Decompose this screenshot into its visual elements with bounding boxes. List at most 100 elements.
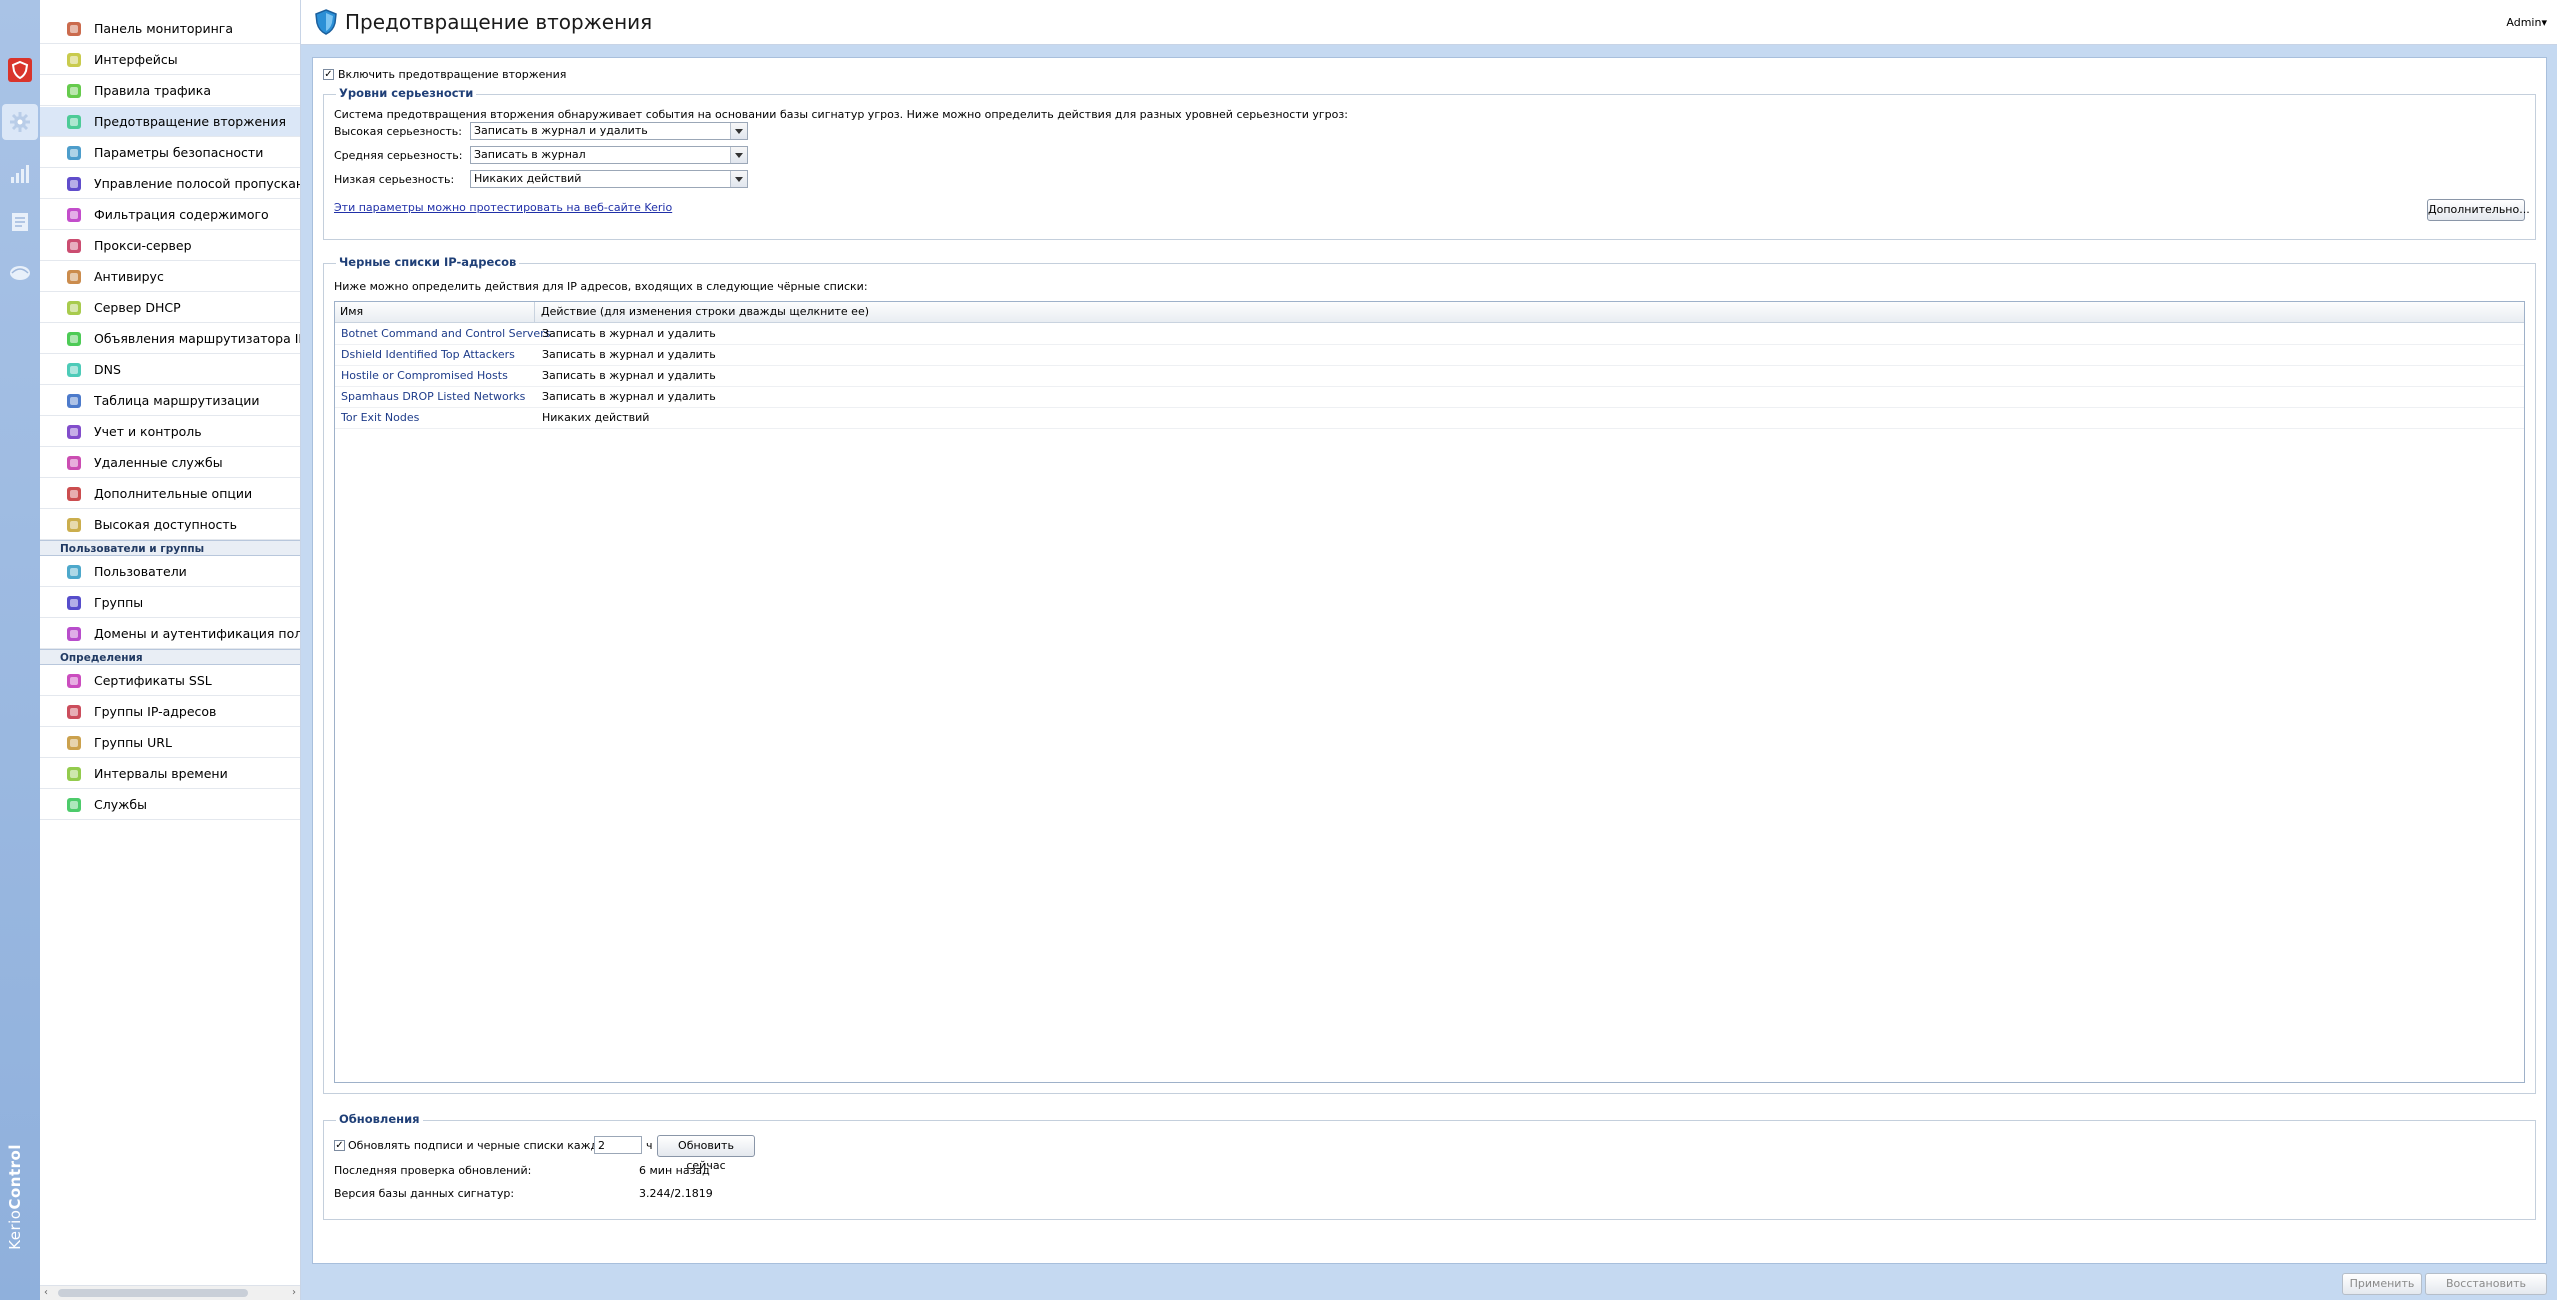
shield-app-icon[interactable] bbox=[4, 54, 36, 86]
nav-item-label: Высокая доступность bbox=[94, 517, 238, 532]
nav-item-label: Параметры безопасности bbox=[94, 145, 264, 160]
advanced-button[interactable]: Дополнительно... bbox=[2427, 199, 2530, 221]
nav-item[interactable]: Предотвращение вторжения bbox=[40, 107, 300, 137]
scroll-left-icon[interactable]: ‹ bbox=[44, 1286, 48, 1299]
severity-group-title: Уровни серьезности bbox=[336, 86, 477, 100]
nav-item[interactable]: Параметры безопасности bbox=[40, 138, 300, 168]
severity-group: Уровни серьезности Система предотвращени… bbox=[323, 86, 2536, 240]
users-icon bbox=[64, 562, 84, 582]
nav-item[interactable]: Правила трафика bbox=[40, 76, 300, 106]
nav-item-label: Учет и контроль bbox=[94, 424, 202, 439]
enable-ips-checkbox[interactable]: ✓ bbox=[323, 69, 334, 80]
proxy-icon bbox=[64, 236, 84, 256]
blacklist-action-cell[interactable]: Записать в журнал и удалить bbox=[542, 323, 716, 344]
nav-item-label: Интервалы времени bbox=[94, 766, 228, 781]
nav-item[interactable]: Таблица маршрутизации bbox=[40, 386, 300, 416]
high-severity-select[interactable]: Записать в журнал и удалить bbox=[470, 122, 748, 140]
services-icon bbox=[64, 795, 84, 815]
table-row[interactable]: Hostile or Compromised Hosts Записать в ж… bbox=[335, 365, 2524, 387]
nav-item[interactable]: Домены и аутентификация пользова bbox=[40, 619, 300, 649]
user-menu[interactable]: Admin▾ bbox=[2506, 16, 2547, 29]
security-settings-icon bbox=[64, 143, 84, 163]
nav-item[interactable]: Объявления маршрутизатора IPv6 bbox=[40, 324, 300, 354]
nav-item-label: Группы bbox=[94, 595, 144, 610]
blacklist-name-cell[interactable]: Hostile or Compromised Hosts bbox=[341, 365, 508, 386]
blacklist-action-cell[interactable]: Записать в журнал и удалить bbox=[542, 344, 716, 365]
time-intervals-icon bbox=[64, 764, 84, 784]
domains-icon bbox=[64, 624, 84, 644]
nav-item-label: Сервер DHCP bbox=[94, 300, 181, 315]
table-row[interactable]: Dshield Identified Top Attackers Записать… bbox=[335, 344, 2524, 366]
nav-item[interactable]: DNS bbox=[40, 355, 300, 385]
column-header-action[interactable]: Действие (для изменения строки дважды ще… bbox=[536, 302, 869, 322]
url-groups-icon bbox=[64, 733, 84, 753]
table-row[interactable]: Spamhaus DROP Listed Networks Записать в … bbox=[335, 386, 2524, 408]
nav-item[interactable]: Антивирус bbox=[40, 262, 300, 292]
nav-item[interactable]: Панель мониторинга bbox=[40, 14, 300, 44]
scroll-thumb[interactable] bbox=[58, 1289, 248, 1297]
chevron-down-icon[interactable] bbox=[730, 123, 747, 139]
scroll-right-icon[interactable]: › bbox=[292, 1286, 296, 1299]
checkmark-icon: ✓ bbox=[335, 1140, 344, 1151]
chevron-down-icon[interactable] bbox=[730, 147, 747, 163]
column-header-name[interactable]: Имя bbox=[335, 302, 535, 322]
blacklist-name-cell[interactable]: Tor Exit Nodes bbox=[341, 407, 419, 428]
nav-item[interactable]: Группы IP-адресов bbox=[40, 697, 300, 727]
medium-severity-value: Записать в журнал bbox=[474, 148, 586, 161]
apply-button[interactable]: Применить bbox=[2342, 1273, 2422, 1295]
reset-button[interactable]: Восстановить bbox=[2425, 1273, 2547, 1295]
nav-item-label: Пользователи bbox=[94, 564, 187, 579]
db-version-label: Версия базы данных сигнатур: bbox=[334, 1187, 515, 1200]
nav-item[interactable]: Фильтрация содержимого bbox=[40, 200, 300, 230]
chevron-down-icon[interactable] bbox=[730, 171, 747, 187]
nav-item[interactable]: Учет и контроль bbox=[40, 417, 300, 447]
blacklist-name-cell[interactable]: Spamhaus DROP Listed Networks bbox=[341, 386, 525, 407]
nav-horizontal-scrollbar[interactable]: ‹ › bbox=[40, 1285, 300, 1300]
last-check-value: 6 мин назад bbox=[639, 1164, 710, 1177]
db-version-value: 3.244/2.1819 bbox=[639, 1187, 713, 1200]
blacklist-action-cell[interactable]: Записать в журнал и удалить bbox=[542, 365, 716, 386]
nav-item[interactable]: Высокая доступность bbox=[40, 510, 300, 540]
nav-item[interactable]: Прокси-сервер bbox=[40, 231, 300, 261]
medium-severity-select[interactable]: Записать в журнал bbox=[470, 146, 748, 164]
update-interval-input[interactable] bbox=[594, 1136, 642, 1154]
table-header: Имя Действие (для изменения строки дважд… bbox=[335, 302, 2524, 323]
bandwidth-icon bbox=[64, 174, 84, 194]
gear-config-icon[interactable] bbox=[2, 104, 38, 140]
low-severity-select[interactable]: Никаких действий bbox=[470, 170, 748, 188]
auto-update-checkbox[interactable]: ✓ bbox=[334, 1140, 345, 1151]
routing-icon bbox=[64, 391, 84, 411]
update-now-button[interactable]: Обновить сейчас bbox=[657, 1135, 755, 1172]
blacklist-name-cell[interactable]: Dshield Identified Top Attackers bbox=[341, 344, 515, 365]
test-settings-link[interactable]: Эти параметры можно протестировать на ве… bbox=[334, 201, 672, 214]
nav-item-label: Антивирус bbox=[94, 269, 164, 284]
content-panel: ✓ Включить предотвращение вторжения Уров… bbox=[312, 57, 2547, 1264]
status-bars-icon[interactable] bbox=[4, 158, 36, 190]
nav-item[interactable]: Удаленные службы bbox=[40, 448, 300, 478]
blacklist-action-cell[interactable]: Записать в журнал и удалить bbox=[542, 386, 716, 407]
nav-item[interactable]: Группы bbox=[40, 588, 300, 618]
nav-item-label: Таблица маршрутизации bbox=[94, 393, 260, 408]
nav-section-definitions: Определения bbox=[40, 649, 300, 665]
nav-item[interactable]: Сертификаты SSL bbox=[40, 666, 300, 696]
nav-item[interactable]: Управление полосой пропускания и bbox=[40, 169, 300, 199]
cloud-icon[interactable] bbox=[4, 256, 36, 288]
page-title: Предотвращение вторжения bbox=[345, 10, 653, 34]
nav-item-label: Сертификаты SSL bbox=[94, 673, 212, 688]
nav-item[interactable]: Пользователи bbox=[40, 557, 300, 587]
nav-item-label: Интерфейсы bbox=[94, 52, 178, 67]
nav-item[interactable]: Сервер DHCP bbox=[40, 293, 300, 323]
nav-item[interactable]: Группы URL bbox=[40, 728, 300, 758]
table-row[interactable]: Botnet Command and Control Servers Записа… bbox=[335, 323, 2524, 345]
blacklist-name-cell[interactable]: Botnet Command and Control Servers bbox=[341, 323, 550, 344]
nav-item-label: Фильтрация содержимого bbox=[94, 207, 269, 222]
nav-item[interactable]: Интервалы времени bbox=[40, 759, 300, 789]
page-header: Предотвращение вторжения Admin▾ bbox=[301, 0, 2557, 45]
table-row[interactable]: Tor Exit Nodes Никаких действий bbox=[335, 407, 2524, 429]
blacklist-action-cell[interactable]: Никаких действий bbox=[542, 407, 649, 428]
nav-item[interactable]: Дополнительные опции bbox=[40, 479, 300, 509]
nav-item[interactable]: Интерфейсы bbox=[40, 45, 300, 75]
logs-icon[interactable] bbox=[4, 206, 36, 238]
nav-item[interactable]: Службы bbox=[40, 790, 300, 820]
nav-section-users: Пользователи и группы bbox=[40, 540, 300, 556]
